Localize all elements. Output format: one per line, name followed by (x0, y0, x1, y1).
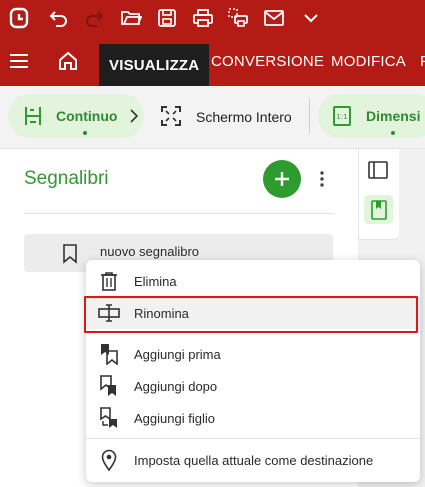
menu-item-label: Aggiungi prima (134, 346, 221, 362)
tab-overflow[interactable]: F (420, 36, 425, 86)
bookmark-add-child-icon (98, 407, 120, 429)
plus-icon (275, 172, 289, 186)
add-bookmark-button[interactable] (263, 160, 301, 198)
actual-size-icon: 1:1 (332, 105, 352, 132)
tab-visualizza[interactable]: VISUALIZZA (99, 44, 210, 86)
app-logo-icon (7, 6, 31, 30)
redo-icon[interactable] (83, 6, 107, 30)
bookmark-context-menu: Elimina Rinomina Aggiungi prima Aggiungi… (86, 260, 420, 482)
continuous-scroll-icon (22, 105, 44, 132)
bookmarks-panel-toggle[interactable] (364, 195, 393, 224)
undo-icon[interactable] (46, 6, 70, 30)
continuous-button[interactable]: Continuo (8, 94, 144, 138)
fullscreen-icon[interactable] (160, 105, 182, 132)
toolbar-divider (309, 98, 310, 134)
fullscreen-button[interactable]: Schermo Intero (196, 109, 292, 125)
menu-item-label: Elimina (134, 273, 177, 289)
bookmark-label: nuovo segnalibro (100, 244, 200, 259)
menu-item-delete[interactable]: Elimina (86, 265, 420, 297)
tab-modifica[interactable]: MODIFICA (331, 36, 406, 86)
tab-conversione[interactable]: CONVERSIONE (211, 36, 324, 86)
chevron-down-icon[interactable] (299, 6, 323, 30)
bookmark-add-after-icon (98, 375, 120, 397)
bookmark-icon (62, 244, 78, 269)
chevron-right-icon (130, 109, 139, 128)
batch-print-icon[interactable] (226, 6, 250, 30)
menu-separator (86, 438, 420, 439)
side-panel-bar (358, 149, 399, 240)
dimension-button[interactable]: 1:1 Dimensi (318, 94, 425, 138)
continuous-label: Continuo (56, 108, 118, 124)
highlight-box (84, 296, 418, 333)
panel-title: Segnalibri (24, 168, 109, 189)
menu-item-label: Aggiungi dopo (134, 378, 218, 394)
svg-text:1:1: 1:1 (336, 113, 347, 121)
hamburger-menu-icon[interactable] (7, 49, 31, 73)
print-icon[interactable] (191, 6, 215, 30)
selected-indicator-dot (83, 131, 87, 135)
home-icon[interactable] (56, 49, 80, 73)
menu-item-add-before[interactable]: Aggiungi prima (86, 338, 420, 370)
open-folder-icon[interactable] (119, 6, 143, 30)
ribbon-tab-bar: VISUALIZZA CONVERSIONE MODIFICA F (0, 36, 425, 86)
menu-item-label: Aggiungi figlio (134, 410, 215, 426)
selected-indicator-dot (391, 131, 395, 135)
bookmark-book-icon (371, 200, 387, 225)
title-bar (0, 0, 425, 36)
bookmark-add-before-icon (98, 343, 120, 365)
more-options-icon[interactable] (316, 169, 328, 194)
menu-item-set-destination[interactable]: Imposta quella attuale come destinazione (86, 444, 420, 476)
mail-icon[interactable] (262, 6, 286, 30)
menu-item-add-after[interactable]: Aggiungi dopo (86, 370, 420, 402)
dimension-label: Dimensi (366, 108, 421, 124)
save-icon[interactable] (155, 6, 179, 30)
view-toolbar: Continuo Schermo Intero 1:1 Dimensi (0, 86, 425, 149)
menu-item-add-child[interactable]: Aggiungi figlio (86, 402, 420, 434)
location-pin-icon (98, 449, 120, 471)
trash-icon (98, 270, 120, 292)
menu-item-label: Imposta quella attuale come destinazione (134, 452, 374, 468)
thumbnails-panel-icon[interactable] (368, 161, 388, 184)
panel-divider (24, 213, 334, 214)
